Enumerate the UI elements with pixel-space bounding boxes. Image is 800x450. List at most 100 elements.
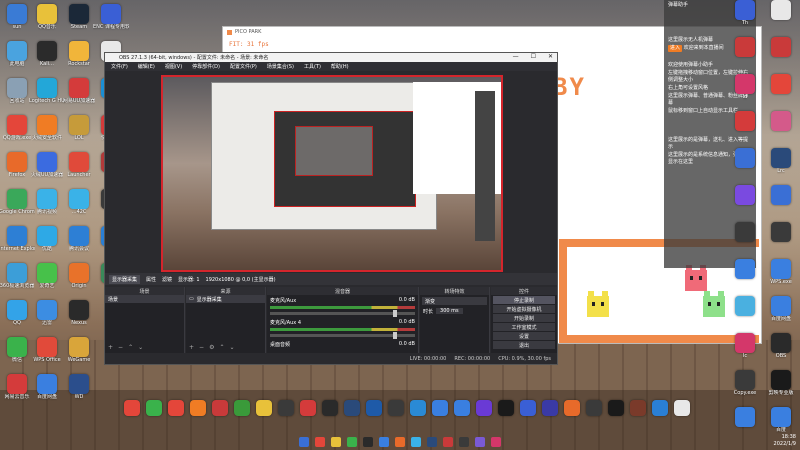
desktop-icon-c3-2[interactable]: 网易UU加速器 <box>62 78 96 115</box>
desktop-icon-c1-3[interactable]: QQ游戏.exe <box>0 115 34 152</box>
minimize-icon[interactable]: — <box>513 53 519 60</box>
display-select[interactable]: 显示器: 1 <box>178 276 199 283</box>
volume-slider[interactable] <box>270 310 415 317</box>
desktop-icon-c2-10[interactable]: 百度网盘 <box>30 374 64 411</box>
desktop-icon-c4-0[interactable]: ENC 课程专用软件 <box>93 4 129 41</box>
close-icon[interactable]: ✕ <box>548 53 553 60</box>
desktop-icon-c2-4[interactable]: 火绒UU加速器 <box>30 152 64 189</box>
desktop-icon-r1-0[interactable] <box>764 0 798 37</box>
dock-app-icon[interactable] <box>608 400 624 416</box>
maximize-icon[interactable]: ☐ <box>531 53 536 60</box>
taskbar-app-icon[interactable] <box>395 437 405 447</box>
dock-app-icon[interactable] <box>432 400 448 416</box>
desktop-icon-r2-1[interactable] <box>728 37 762 74</box>
add-icon[interactable]: + <box>189 344 194 351</box>
desktop-icon-r2-5[interactable] <box>728 185 762 222</box>
taskbar-app-icon[interactable] <box>299 437 309 447</box>
desktop-icon-c1-7[interactable]: 360极速浏览器 <box>0 263 34 300</box>
desktop-icon-c3-8[interactable]: Nexus <box>62 300 96 337</box>
desktop-icon-c2-2[interactable]: Logitech G HUB <box>29 78 65 115</box>
desktop-icon-r2-4[interactable] <box>728 148 762 185</box>
desktop-icon-c3-10[interactable]: WD <box>62 374 96 411</box>
system-clock[interactable]: 18:38 2022/1/9 <box>774 434 796 448</box>
desktop-icon-r2-8[interactable] <box>728 296 762 333</box>
dock-app-icon[interactable] <box>278 400 294 416</box>
obs-titlebar[interactable]: OBS 27.1.3 (64-bit, windows) - 配置文件: 未命名… <box>105 53 557 62</box>
dock-app-icon[interactable] <box>124 400 140 416</box>
taskbar-app-icon[interactable] <box>315 437 325 447</box>
move-down-icon[interactable]: ⌄ <box>138 344 143 351</box>
dock-app-icon[interactable] <box>190 400 206 416</box>
desktop-icon-c3-4[interactable]: Launcher <box>62 152 96 189</box>
dock-app-icon[interactable] <box>586 400 602 416</box>
taskbar-app-icon[interactable] <box>347 437 357 447</box>
dock-app-icon[interactable] <box>542 400 558 416</box>
obs-menu-item[interactable]: 文件(F) <box>111 63 128 70</box>
dock-app-icon[interactable] <box>410 400 426 416</box>
desktop-icon-r1-3[interactable] <box>764 111 798 148</box>
obs-menu-item[interactable]: 场景集合(S) <box>267 63 294 70</box>
dock-app-icon[interactable] <box>630 400 646 416</box>
taskbar-app-icon[interactable] <box>411 437 421 447</box>
dock-app-icon[interactable] <box>498 400 514 416</box>
exit-button[interactable]: 退出 <box>493 341 555 349</box>
desktop-icon-c1-8[interactable]: QQ <box>0 300 34 337</box>
settings-button[interactable]: 设置 <box>493 332 555 340</box>
dock-app-icon[interactable] <box>520 400 536 416</box>
taskbar-app-icon[interactable] <box>363 437 373 447</box>
duration-input[interactable]: 300 ms <box>436 308 463 314</box>
gear-icon[interactable]: ⚙ <box>209 344 214 351</box>
desktop-icon-c2-8[interactable]: 迅雷 <box>30 300 64 337</box>
start-virtual-camera-button[interactable]: 开始虚拟摄像机 <box>493 305 555 313</box>
properties-button[interactable]: 属性 <box>146 276 156 283</box>
obs-menu-item[interactable]: 工具(T) <box>304 63 321 70</box>
obs-preview-canvas[interactable] <box>161 75 503 272</box>
add-icon[interactable]: + <box>108 344 113 351</box>
obs-menu-item[interactable]: 配置文件(P) <box>230 63 257 70</box>
desktop-icon-c2-6[interactable]: 优酷 <box>30 226 64 263</box>
source-item[interactable]: ▭ 显示器采集 <box>186 295 265 303</box>
obs-menu-item[interactable]: 视图(V) <box>165 63 182 70</box>
remove-icon[interactable]: − <box>118 344 123 351</box>
taskbar-app-icon[interactable] <box>475 437 485 447</box>
dock-app-icon[interactable] <box>366 400 382 416</box>
dock-app-icon[interactable] <box>652 400 668 416</box>
dock-app-icon[interactable] <box>674 400 690 416</box>
desktop-icon-r1-5[interactable] <box>764 185 798 222</box>
dock-app-icon[interactable] <box>344 400 360 416</box>
dock-app-icon[interactable] <box>212 400 228 416</box>
desktop-icon-c1-0[interactable]: sun <box>0 4 34 41</box>
desktop-icon-c1-2[interactable]: 回收站 <box>0 78 34 115</box>
volume-slider[interactable] <box>270 332 415 339</box>
dock-app-icon[interactable] <box>322 400 338 416</box>
desktop-icon-c2-9[interactable]: WPS Office <box>30 337 64 374</box>
desktop-icon-r2-9[interactable]: Ic <box>728 333 762 370</box>
dock-app-icon[interactable] <box>146 400 162 416</box>
dock-app-icon[interactable] <box>168 400 184 416</box>
desktop-icon-r2-0[interactable]: Th <box>728 0 762 37</box>
taskbar-app-icon[interactable] <box>443 437 453 447</box>
desktop-icon-r2-6[interactable] <box>728 222 762 259</box>
taskbar-app-icon[interactable] <box>379 437 389 447</box>
desktop-icon-c2-3[interactable]: 火绒安全软件 <box>30 115 64 152</box>
obs-menu-item[interactable]: 停靠部件(D) <box>192 63 220 70</box>
desktop-icon-c2-1[interactable]: Kali… <box>30 41 64 78</box>
desktop-icon-c3-0[interactable]: Steam <box>62 4 96 41</box>
obs-menu-item[interactable]: 帮助(H) <box>331 63 349 70</box>
desktop-icon-c1-10[interactable]: 网易云音乐 <box>0 374 34 411</box>
desktop-icon-c3-5[interactable]: …42C <box>62 189 96 226</box>
desktop-icon-c2-5[interactable]: 腾讯视频 <box>30 189 64 226</box>
desktop-icon-c1-6[interactable]: Internet Explorer <box>0 226 35 263</box>
desktop-icon-c3-7[interactable]: Origin <box>62 263 96 300</box>
stop-recording-button[interactable]: 停止录制 <box>493 296 555 304</box>
remove-icon[interactable]: − <box>199 344 204 351</box>
desktop-icon-c1-4[interactable]: Firefox <box>0 152 34 189</box>
taskbar-app-icon[interactable] <box>331 437 341 447</box>
studio-mode-button[interactable]: 工作室模式 <box>493 323 555 331</box>
start-recording-button[interactable]: 开始录制 <box>493 314 555 322</box>
desktop-icon-c2-7[interactable]: 爱奇艺 <box>30 263 64 300</box>
desktop-icon-c3-9[interactable]: WeGame <box>62 337 96 374</box>
dock-app-icon[interactable] <box>454 400 470 416</box>
desktop-icon-r2-3[interactable] <box>728 111 762 148</box>
filters-button[interactable]: 滤镜 <box>162 276 172 283</box>
